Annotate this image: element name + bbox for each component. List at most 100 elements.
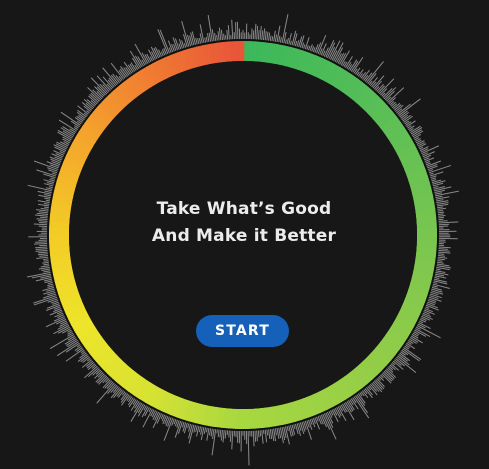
waveform-bar [216, 34, 218, 41]
waveform-bar [262, 28, 266, 41]
waveform-bar [408, 125, 415, 131]
waveform-bar [36, 209, 49, 212]
waveform-bar [301, 42, 305, 49]
waveform-bar [53, 325, 70, 335]
waveform-bar [437, 260, 443, 262]
waveform-bar [247, 430, 250, 466]
waveform-bar [43, 270, 51, 273]
waveform-bar [435, 268, 441, 271]
waveform-bar [372, 381, 383, 393]
waveform-bar [437, 209, 444, 212]
waveform-bar [214, 32, 217, 41]
waveform-bar [40, 207, 49, 210]
waveform-bar [371, 81, 377, 88]
waveform-bar [173, 419, 177, 425]
waveform-bar [296, 423, 302, 436]
waveform-bar [269, 429, 273, 439]
waveform-bar [38, 220, 48, 222]
waveform-bar [383, 370, 394, 381]
waveform-bar [430, 177, 437, 180]
waveform-bar [434, 192, 443, 195]
waveform-bar [438, 216, 445, 219]
waveform-bar [274, 34, 278, 42]
waveform-bar [284, 39, 287, 44]
waveform-bar [286, 37, 289, 45]
waveform-bar [352, 56, 364, 73]
waveform-bar [95, 369, 102, 375]
waveform-bar [231, 430, 234, 450]
waveform-bar [223, 33, 225, 40]
waveform-bar [425, 306, 430, 309]
waveform-bar [35, 248, 48, 250]
waveform-bar [39, 254, 49, 257]
waveform-bar [434, 276, 440, 279]
waveform-bar [436, 203, 449, 207]
waveform-bar [235, 22, 237, 40]
waveform-bar [438, 215, 446, 217]
waveform-bar [431, 179, 437, 182]
waveform-bar [220, 429, 224, 441]
waveform-bar [52, 172, 57, 175]
waveform-bar [218, 27, 222, 41]
waveform-bar [261, 30, 264, 40]
waveform-bar [418, 320, 424, 324]
waveform-bar [37, 253, 48, 256]
waveform-bar [165, 416, 171, 427]
waveform-bar [306, 45, 309, 50]
waveform-bar [268, 32, 271, 41]
waveform-bar [204, 37, 207, 43]
start-button[interactable]: START [196, 315, 289, 347]
waveform-bar [261, 430, 264, 444]
waveform-bar [43, 202, 50, 205]
waveform-bar [47, 167, 58, 172]
waveform-bar [430, 290, 444, 295]
waveform-bar [438, 251, 451, 254]
waveform-bar [286, 425, 289, 432]
audio-visualizer: Take What’s Good And Make it Better STAR… [0, 0, 489, 469]
headline-line-2: And Make it Better [151, 226, 337, 246]
waveform-bar [198, 37, 202, 44]
waveform-bar [256, 25, 259, 40]
waveform-bar [433, 281, 438, 284]
waveform-bar [266, 429, 269, 436]
waveform-bar [45, 187, 53, 190]
waveform-bar [110, 387, 121, 399]
waveform-bar [219, 429, 222, 438]
waveform-bar [438, 248, 448, 250]
waveform-bar [210, 428, 213, 437]
waveform-bar [438, 253, 445, 255]
waveform-bar [195, 425, 198, 432]
waveform-bar [43, 260, 49, 262]
waveform-bar [208, 428, 212, 436]
waveform-bar [47, 283, 54, 287]
waveform-bar [264, 429, 268, 443]
waveform-bar [33, 223, 48, 226]
waveform-bar [187, 423, 190, 429]
waveform-bar [216, 429, 218, 434]
waveform-bar [396, 356, 417, 373]
waveform-bar [62, 138, 71, 144]
waveform-bar [76, 347, 83, 353]
waveform-bar [437, 256, 448, 259]
waveform-bar [200, 426, 203, 435]
waveform-bar [437, 261, 444, 264]
waveform-bar [36, 218, 48, 221]
waveform-bar [319, 415, 324, 425]
waveform-bar [437, 213, 444, 216]
waveform-bar [299, 422, 305, 434]
waveform-bar [42, 258, 49, 261]
waveform-bar [44, 194, 52, 197]
waveform-bar [425, 162, 431, 166]
waveform-bar [381, 373, 392, 384]
waveform-bar [229, 430, 232, 442]
waveform-bar [254, 430, 257, 442]
waveform-bar [254, 23, 257, 40]
waveform-bar [222, 430, 225, 443]
waveform-bar [333, 42, 344, 62]
waveform-bar [428, 169, 434, 172]
waveform-bar [203, 427, 207, 434]
waveform-bar [416, 140, 425, 145]
waveform-bar [205, 427, 208, 433]
waveform-bar [252, 430, 255, 447]
waveform-bar [294, 40, 298, 47]
